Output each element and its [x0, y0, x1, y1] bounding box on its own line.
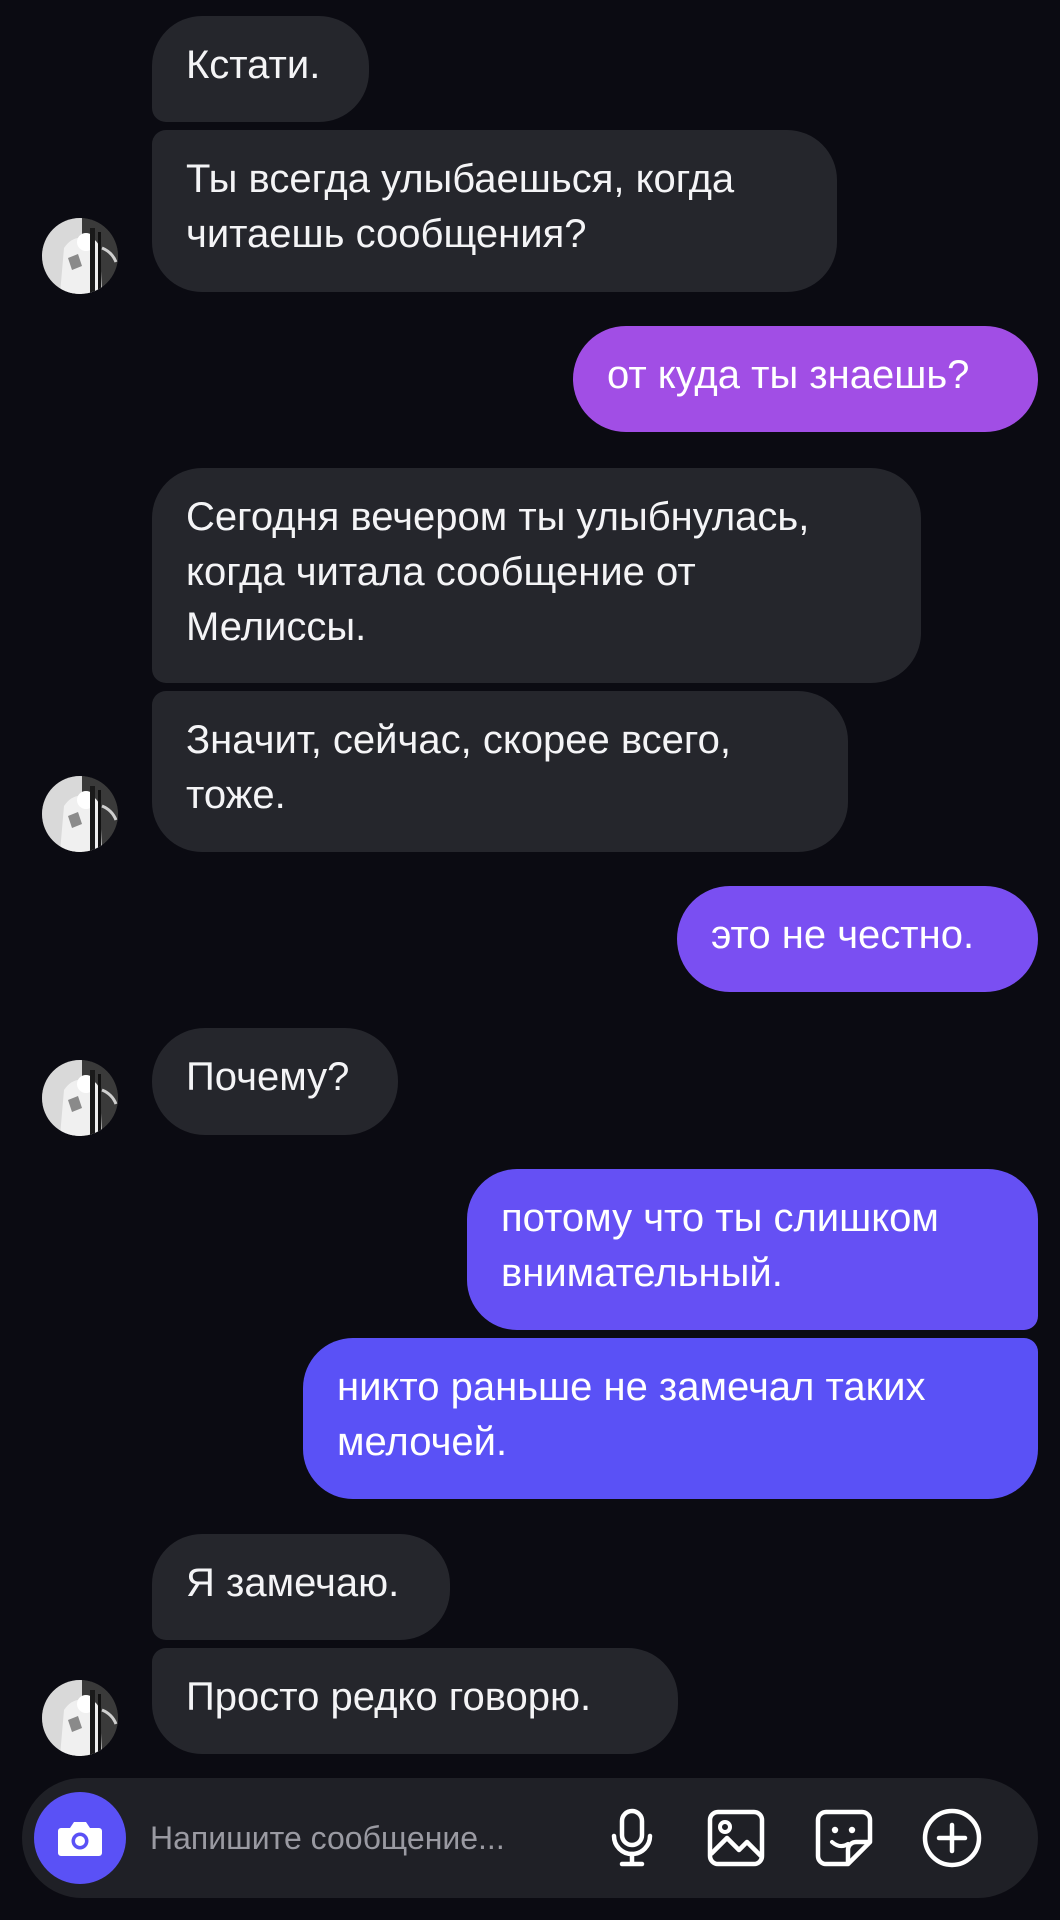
add-button[interactable] — [920, 1806, 984, 1870]
avatar-image — [42, 1680, 118, 1756]
incoming-message: Просто редко говорю. — [152, 1648, 678, 1754]
incoming-message: Ты всегда улыбаешься, когда читаешь сооб… — [152, 130, 837, 292]
camera-button[interactable] — [34, 1792, 126, 1884]
incoming-message: Кстати. — [152, 16, 369, 122]
outgoing-message: никто раньше не замечал таких мелочей. — [303, 1338, 1038, 1499]
avatar-image — [42, 1060, 118, 1136]
avatar-image — [42, 218, 118, 294]
contact-avatar[interactable] — [42, 776, 118, 852]
contact-avatar[interactable] — [42, 1680, 118, 1756]
sticker-button[interactable] — [812, 1806, 876, 1870]
outgoing-message: это не честно. — [677, 886, 1038, 992]
incoming-message: Сегодня вечером ты улыбнулась, когда чит… — [152, 468, 921, 683]
chat-thread[interactable]: Кстати. Ты всегда улыбаешься, когда чита… — [0, 0, 1060, 1775]
contact-avatar[interactable] — [42, 218, 118, 294]
incoming-message: Значит, сейчас, скорее всего, тоже. — [152, 691, 848, 852]
gallery-icon — [707, 1809, 765, 1867]
microphone-icon — [611, 1808, 653, 1867]
message-composer — [22, 1778, 1038, 1898]
incoming-message: Я замечаю. — [152, 1534, 450, 1640]
message-input[interactable] — [150, 1808, 600, 1868]
camera-icon — [58, 1822, 102, 1856]
contact-avatar[interactable] — [42, 1060, 118, 1136]
gallery-button[interactable] — [704, 1806, 768, 1870]
avatar-image — [42, 776, 118, 852]
outgoing-message: от куда ты знаешь? — [573, 326, 1038, 432]
incoming-message: Почему? — [152, 1028, 398, 1135]
add-icon — [922, 1808, 982, 1868]
outgoing-message: потому что ты слишком внимательный. — [467, 1169, 1038, 1330]
sticker-icon — [815, 1809, 873, 1867]
microphone-button[interactable] — [600, 1806, 664, 1870]
